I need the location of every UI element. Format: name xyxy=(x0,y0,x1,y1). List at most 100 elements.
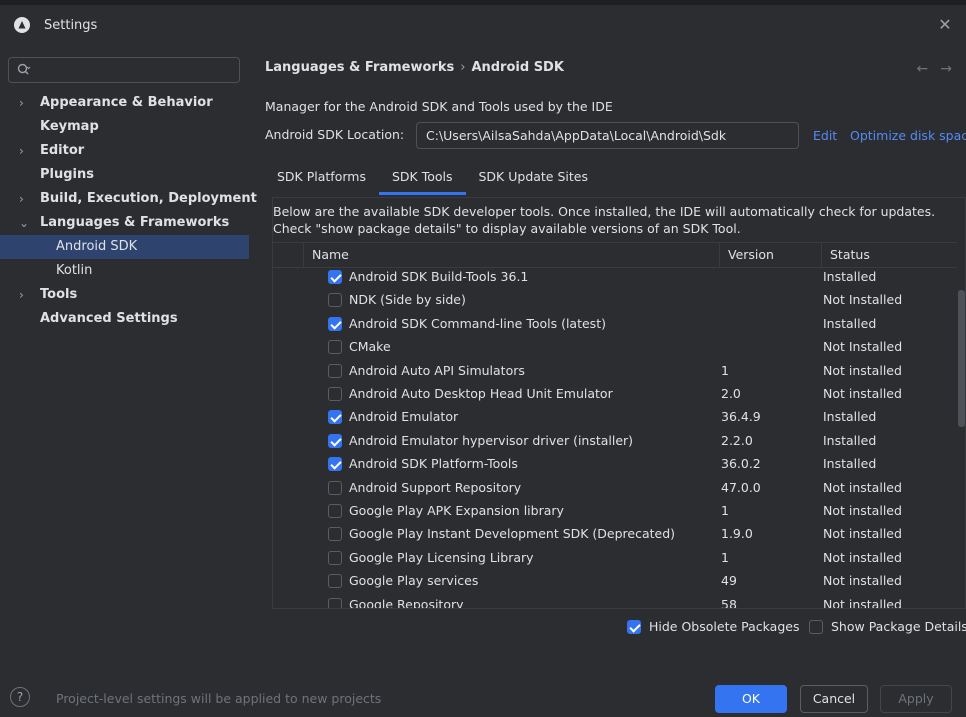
row-checkbox[interactable] xyxy=(328,457,342,472)
settings-search[interactable] xyxy=(8,57,240,83)
apply-button[interactable]: Apply xyxy=(880,685,952,713)
cancel-button[interactable]: Cancel xyxy=(800,685,868,713)
sidebar-item[interactable]: › Editor xyxy=(0,139,249,163)
table-row[interactable]: Android Emulator 36.4.9 Installed xyxy=(273,406,957,429)
column-status[interactable]: Status xyxy=(821,243,957,267)
history-navigation: ← → xyxy=(905,61,952,77)
sidebar-item[interactable]: Android SDK xyxy=(0,235,249,259)
table-row[interactable]: Google Play services 49 Not installed xyxy=(273,570,957,593)
table-row[interactable]: Android Auto Desktop Head Unit Emulator 2… xyxy=(273,383,957,406)
close-icon[interactable]: ✕ xyxy=(936,16,954,34)
sdk-location-field[interactable]: C:\Users\AilsaSahda\AppData\Local\Androi… xyxy=(416,122,799,149)
hide-obsolete-option[interactable]: Hide Obsolete Packages xyxy=(627,619,799,634)
chevron-right-icon[interactable]: › xyxy=(19,192,31,206)
table-row[interactable]: Google Play Licensing Library 1 Not instal… xyxy=(273,547,957,570)
sdk-tools-description: Below are the available SDK developer to… xyxy=(273,204,936,236)
row-version: 49 xyxy=(721,573,737,589)
sidebar-item[interactable]: ⌄ Languages & Frameworks xyxy=(0,211,249,235)
table-row[interactable]: Android Support Repository 47.0.0 Not inst… xyxy=(273,477,957,500)
optimize-disk-space-link[interactable]: Optimize disk space xyxy=(850,128,966,143)
tab[interactable]: SDK Update Sites xyxy=(466,163,602,195)
table-row[interactable]: Android SDK Platform-Tools 36.0.2 Installe… xyxy=(273,453,957,476)
row-status: Not installed xyxy=(823,526,902,542)
search-input[interactable] xyxy=(37,60,237,82)
row-name: Android Emulator hypervisor driver (inst… xyxy=(349,432,634,448)
breadcrumb-current: Android SDK xyxy=(471,60,564,75)
show-details-option[interactable]: Show Package Details xyxy=(809,619,966,634)
row-checkbox[interactable] xyxy=(328,270,342,284)
table-row[interactable]: CMake Not Installed xyxy=(273,336,957,359)
sidebar-item[interactable]: › Appearance & Behavior xyxy=(0,91,249,115)
table-row[interactable]: Google Play Instant Development SDK (Dep… xyxy=(273,523,957,546)
row-checkbox[interactable] xyxy=(328,527,342,542)
row-version: 58 xyxy=(721,596,737,608)
row-checkbox[interactable] xyxy=(328,363,342,378)
table-row[interactable]: Google Play APK Expansion library 1 Not in… xyxy=(273,500,957,523)
sidebar-item-label: Advanced Settings xyxy=(40,311,178,326)
sidebar-item[interactable]: › Tools xyxy=(0,283,249,307)
sidebar-item-label: Languages & Frameworks xyxy=(40,215,230,230)
row-version: 36.4.9 xyxy=(721,409,761,425)
chevron-right-icon[interactable]: › xyxy=(19,144,31,158)
breadcrumb-parent[interactable]: Languages & Frameworks xyxy=(265,60,454,75)
table-vertical-scrollbar[interactable] xyxy=(958,290,965,427)
table-row[interactable]: Google Repository 58 Not installed xyxy=(273,594,957,608)
row-checkbox[interactable] xyxy=(328,340,342,355)
row-checkbox[interactable] xyxy=(328,387,342,401)
row-name: Android SDK Build-Tools 36.1 xyxy=(349,269,529,284)
table-row[interactable]: Android SDK Build-Tools 36.1 Installed xyxy=(273,266,957,289)
chevron-right-icon[interactable]: › xyxy=(19,288,31,302)
edit-location-link[interactable]: Edit xyxy=(813,128,837,143)
sidebar-item[interactable]: Keymap xyxy=(0,115,249,139)
show-package-details-checkbox[interactable] xyxy=(809,619,823,634)
row-checkbox[interactable] xyxy=(328,433,342,448)
page-description: Manager for the Android SDK and Tools us… xyxy=(265,99,613,114)
row-checkbox[interactable] xyxy=(328,504,342,518)
sidebar-item[interactable]: Plugins xyxy=(0,163,249,187)
hide-obsolete-checkbox[interactable] xyxy=(627,619,641,634)
table-row[interactable]: NDK (Side by side) Not Installed xyxy=(273,289,957,312)
forward-arrow-icon[interactable]: → xyxy=(940,61,952,77)
sidebar-item-label: Build, Execution, Deployment xyxy=(40,191,257,206)
sidebar-item-label: Android SDK xyxy=(56,239,138,254)
tab[interactable]: SDK Platforms xyxy=(264,163,379,195)
sidebar-item-label: Kotlin xyxy=(56,263,93,278)
sidebar-item[interactable]: › Build, Execution, Deployment xyxy=(0,187,257,211)
row-name: Android SDK Platform-Tools xyxy=(349,456,518,472)
table-row[interactable]: Android Emulator hypervisor driver (inst… xyxy=(273,430,957,453)
row-version: 2.2.0 xyxy=(721,432,753,448)
column-name[interactable]: Name xyxy=(303,243,721,267)
sidebar-item[interactable]: Advanced Settings xyxy=(0,307,249,331)
row-checkbox[interactable] xyxy=(328,410,342,425)
row-status: Installed xyxy=(823,409,877,425)
row-status: Not installed xyxy=(823,503,902,518)
row-version: 1.9.0 xyxy=(721,526,753,542)
row-name: NDK (Side by side) xyxy=(349,292,466,308)
row-status: Not installed xyxy=(823,596,902,608)
row-checkbox[interactable] xyxy=(328,574,342,589)
sdk-location-label: Android SDK Location: xyxy=(265,127,405,142)
tab[interactable]: SDK Tools xyxy=(378,163,466,195)
column-version[interactable]: Version xyxy=(719,243,821,267)
row-status: Installed xyxy=(823,315,877,331)
table-row[interactable]: Android SDK Command-line Tools (latest) I… xyxy=(273,313,957,336)
row-checkbox[interactable] xyxy=(328,293,342,308)
table-header: Name Version Status xyxy=(273,242,957,268)
back-arrow-icon[interactable]: ← xyxy=(917,61,929,77)
sidebar-item[interactable]: Kotlin xyxy=(0,259,249,283)
row-name: Android Support Repository xyxy=(349,479,522,495)
row-checkbox[interactable] xyxy=(328,316,342,331)
row-checkbox[interactable] xyxy=(328,480,342,495)
table-row[interactable]: Android Auto API Simulators 1 Not installe… xyxy=(273,360,957,383)
breadcrumb-separator: › xyxy=(460,60,466,75)
row-status: Not installed xyxy=(823,386,902,401)
row-checkbox[interactable] xyxy=(328,597,342,608)
sidebar-item-label: Keymap xyxy=(40,119,99,134)
chevron-down-icon[interactable]: ⌄ xyxy=(19,216,31,230)
android-studio-logo-icon xyxy=(14,17,30,33)
ok-button[interactable]: OK xyxy=(715,685,787,713)
android-sdk-page: Languages & Frameworks › Android SDK ← → Ma… xyxy=(249,45,966,655)
row-checkbox[interactable] xyxy=(328,550,342,565)
chevron-right-icon[interactable]: › xyxy=(19,96,31,110)
help-icon[interactable]: ? xyxy=(10,687,30,707)
